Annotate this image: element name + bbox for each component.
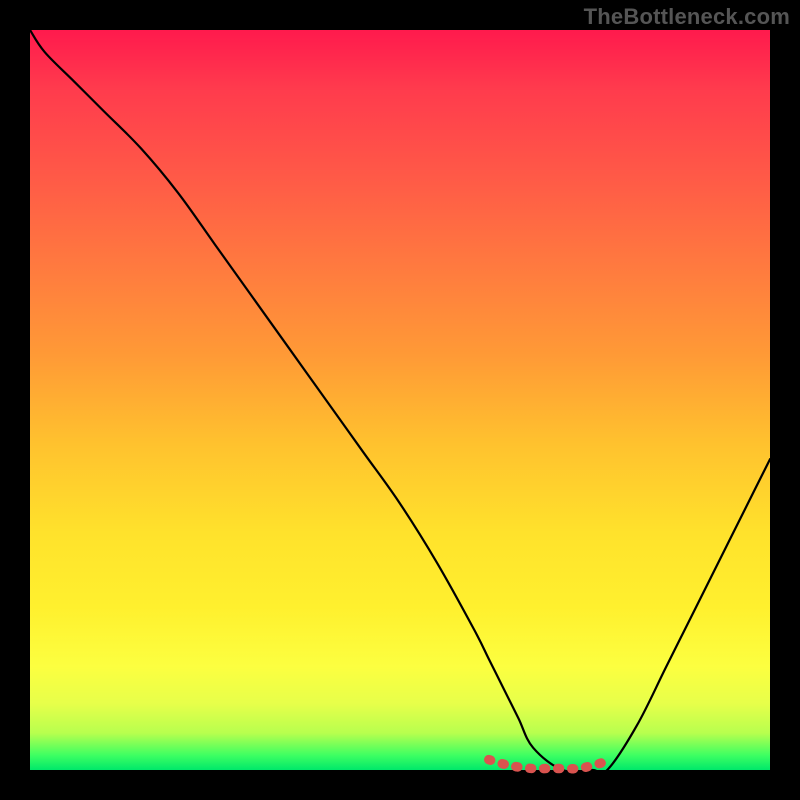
watermark-text: TheBottleneck.com	[584, 4, 790, 30]
bottleneck-curve-path	[30, 30, 770, 774]
chart-frame: TheBottleneck.com	[0, 0, 800, 800]
plot-area	[30, 30, 770, 770]
curve-svg	[30, 30, 770, 770]
